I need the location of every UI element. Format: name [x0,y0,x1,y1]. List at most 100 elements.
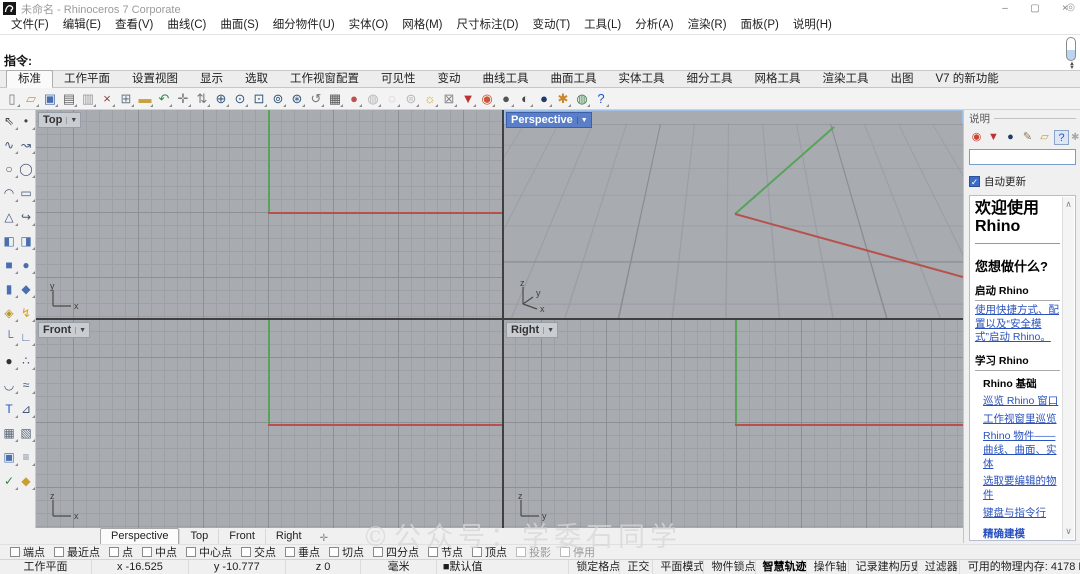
viewport-menu-arrow-icon[interactable]: ▼ [576,116,591,124]
checkbox-icon[interactable] [560,547,570,557]
toolbar-tab[interactable]: 渲染工具 [812,71,880,87]
shaded-viewport-icon[interactable]: ● [345,90,363,108]
toolbar-tab[interactable]: 实体工具 [608,71,676,87]
toolbar-tab[interactable]: 细分工具 [676,71,744,87]
statusbar-segment[interactable]: 毫米 [361,560,437,574]
boolean-tool-icon[interactable]: ◈ [1,305,18,322]
offset-curve-icon[interactable]: ≈ [18,377,35,394]
viewport-front-label[interactable]: Front ▼ [38,322,91,338]
viewport-top[interactable]: Top ▼ y x [36,110,502,318]
command-scrollbar[interactable]: ▲ ▼ [1066,37,1078,71]
select-tool-icon[interactable]: ⇖ [1,113,18,130]
checked-checkbox-icon[interactable] [969,175,980,187]
scroll-down-icon[interactable]: ∨ [1063,526,1074,537]
auto-update-checkbox-row[interactable]: 自动更新 [969,173,1076,189]
array-tool-icon[interactable]: ▧ [18,425,35,442]
menu-item[interactable]: 查看(V) [108,17,160,34]
statusbar-segment[interactable]: 工作平面 [0,560,92,574]
menu-item[interactable]: 说明(H) [786,17,839,34]
toolbar-tab[interactable]: 设置视图 [121,71,189,87]
help-tab-icon[interactable]: ? [1054,129,1069,145]
menu-item[interactable]: 变动(T) [525,17,577,34]
undo-icon[interactable]: ↶ [155,90,173,108]
save-file-icon[interactable]: ▣ [41,90,59,108]
toolbar-tab[interactable]: 曲面工具 [540,71,608,87]
viewport-menu-arrow-icon[interactable]: ▼ [543,326,557,334]
save-tool-icon[interactable]: ▣ [1,449,18,466]
render-preview-icon[interactable]: ◐ [516,90,534,108]
statusbar-segment[interactable]: y -10.777 [189,560,286,574]
help-link-item[interactable]: 精确建模 [983,526,1060,540]
osnap-toggle[interactable]: 中心点 [186,544,232,560]
group-tool-icon[interactable]: ▦ [1,425,18,442]
osnap-toggle[interactable]: 交点 [241,544,276,560]
new-viewport-icon[interactable]: ✛ [314,533,334,544]
fillet-tool-icon[interactable]: └ [1,329,18,346]
close-button[interactable]: × [1050,0,1080,17]
help-scrollbar[interactable]: ∧ ∨ [1062,197,1074,539]
toolbar-tab[interactable]: 标准 [6,70,53,88]
statusbar-segment[interactable]: 平面模式 [653,560,705,574]
scroll-up-icon[interactable]: ∧ [1063,199,1074,210]
statusbar-segment[interactable]: 记录建构历史 [849,560,918,574]
statusbar-segment[interactable]: x -16.525 [92,560,189,574]
surface-tool-icon[interactable]: ◧ [1,233,18,250]
print-icon[interactable]: ▤ [60,90,78,108]
zoom-selected-icon[interactable]: ⊚ [269,90,287,108]
chamfer-tool-icon[interactable]: ∟ [18,329,35,346]
viewport-tab[interactable]: Perspective [100,528,180,544]
extend-curve-icon[interactable]: ◡ [1,377,18,394]
zoom-window-icon[interactable]: ⊡ [250,90,268,108]
menu-item[interactable]: 渲染(R) [681,17,734,34]
statusbar-segment[interactable]: 可用的物理内存: 4178 MB [960,560,1080,574]
libraries-tab-icon[interactable]: ▱ [1037,130,1052,145]
panel-gear-icon[interactable]: ✱ [1071,132,1079,143]
color-wheel-icon[interactable]: ◉ [478,90,496,108]
checkbox-icon[interactable] [516,547,526,557]
osnap-toggle[interactable]: 停用 [560,544,595,560]
toolbar-tab[interactable]: 选取 [234,71,279,87]
minimize-button[interactable]: – [990,0,1020,17]
statusbar-segment[interactable]: ■默认值 [437,560,570,574]
checkbox-icon[interactable] [329,547,339,557]
toolbar-tab[interactable]: 工作平面 [53,71,121,87]
help-link-item[interactable]: Rhino 物件——曲线、曲面、实体 [983,430,1060,471]
help-search-input[interactable] [969,149,1076,165]
check-tool-icon[interactable]: ✓ [1,473,18,490]
isolate-icon[interactable]: ◌ [383,90,401,108]
curve-tool-icon[interactable]: ↝ [18,137,35,154]
solid-tools-icon[interactable]: ◆ [18,281,35,298]
statusbar-segment[interactable]: 物件锁点 [704,560,756,574]
undo-view-icon[interactable]: ↺ [307,90,325,108]
toolbar-tab[interactable]: 可见性 [370,71,427,87]
statusbar-segment[interactable]: 过滤器 [918,560,960,574]
viewport-perspective-label[interactable]: Perspective ▼ [506,112,592,128]
polyline-tool-icon[interactable]: ∿ [1,137,18,154]
help-link-item[interactable]: 选取要编辑的物件 [983,475,1060,502]
menu-item[interactable]: 细分物件(U) [266,17,342,34]
osnap-toggle[interactable]: 最近点 [54,544,100,560]
menu-item[interactable]: 面板(P) [734,17,786,34]
zoom-in-icon[interactable]: ⊕ [212,90,230,108]
lightbulb-icon[interactable]: ☼ [421,90,439,108]
statusbar-segment[interactable]: z 0 [286,560,362,574]
menu-item[interactable]: 尺寸标注(D) [450,17,526,34]
statusbar-segment[interactable]: 操作轴 [807,560,849,574]
menu-item[interactable]: 实体(O) [342,17,396,34]
menu-item[interactable]: 分析(A) [628,17,680,34]
checkbox-icon[interactable] [472,547,482,557]
statusbar-segment[interactable]: 锁定格点 [569,560,621,574]
pan-icon[interactable]: ✛ [174,90,192,108]
scrollbar-thumb[interactable] [1066,37,1076,61]
osnap-toggle[interactable]: 端点 [10,544,45,560]
loft-tool-icon[interactable]: ◨ [18,233,35,250]
viewport-right-label[interactable]: Right ▼ [506,322,559,338]
osnap-toggle[interactable]: 垂点 [285,544,320,560]
menu-item[interactable]: 编辑(E) [56,17,108,34]
checkbox-icon[interactable] [186,547,196,557]
help-link-item[interactable]: Rhino 基础 [983,376,1060,391]
viewport-layout-icon[interactable]: ▦ [326,90,344,108]
object-snap-icon[interactable]: ⊜ [402,90,420,108]
menu-item[interactable]: 曲面(S) [213,17,265,34]
tools-gear-icon[interactable]: ✱ [554,90,572,108]
